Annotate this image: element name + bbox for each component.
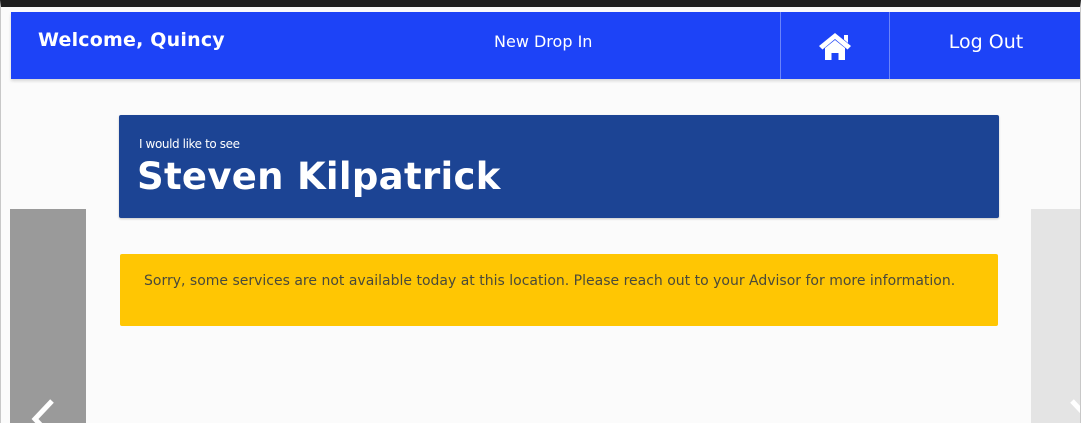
logout-button[interactable]: Log Out [890, 12, 1080, 72]
welcome-text: Welcome, Quincy [38, 29, 225, 51]
home-icon [819, 32, 851, 60]
advisor-card: I would like to see Steven Kilpatrick [119, 115, 999, 218]
advisor-intro-label: I would like to see [139, 137, 240, 151]
logout-label: Log Out [948, 31, 1024, 53]
app-window: Welcome, Quincy New Drop In Log Out I wo… [0, 0, 1081, 423]
chevron-left-icon [31, 399, 54, 423]
top-navigation-bar: Welcome, Quincy New Drop In Log Out [11, 12, 1080, 79]
home-button[interactable] [781, 12, 889, 79]
page-title: New Drop In [494, 32, 593, 51]
service-notice: Sorry, some services are not available t… [120, 254, 998, 326]
carousel-prev-button[interactable] [10, 209, 86, 423]
notice-message: Sorry, some services are not available t… [144, 273, 956, 289]
chevron-right-icon [1070, 399, 1080, 414]
carousel-next-button[interactable] [1031, 209, 1080, 423]
advisor-name: Steven Kilpatrick [137, 155, 501, 198]
